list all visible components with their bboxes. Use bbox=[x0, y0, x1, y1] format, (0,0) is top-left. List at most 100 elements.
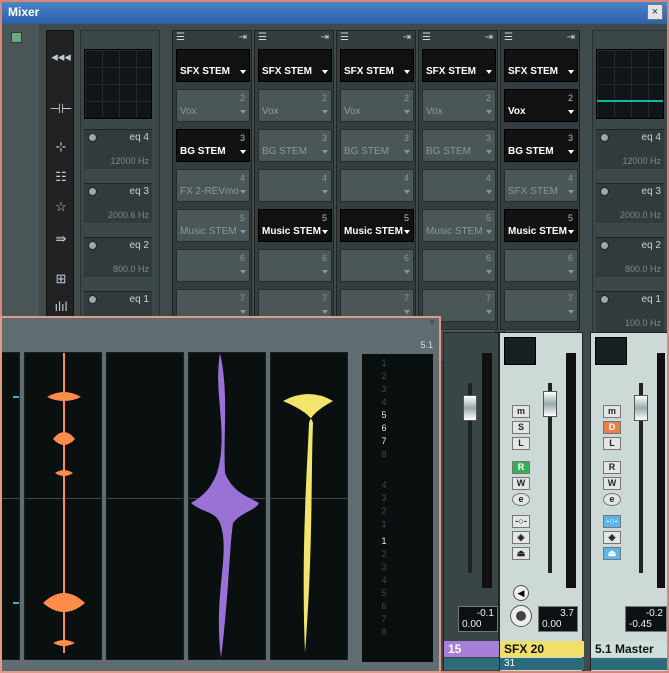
insert-slot[interactable]: 5 Music STEM bbox=[176, 209, 250, 242]
chevron-down-icon[interactable] bbox=[568, 110, 574, 114]
chevron-down-icon[interactable] bbox=[568, 270, 574, 274]
channel-name[interactable]: SFX 20 bbox=[500, 641, 584, 657]
chevron-down-icon[interactable] bbox=[240, 270, 246, 274]
channel-number[interactable]: 5 bbox=[378, 588, 390, 598]
channel-number[interactable]: 7 bbox=[378, 614, 390, 624]
list-icon[interactable]: ☰ bbox=[176, 32, 185, 43]
chevron-down-icon[interactable] bbox=[568, 190, 574, 194]
list-icon[interactable]: ☰ bbox=[258, 32, 267, 43]
insert-slot[interactable]: 2 Vox bbox=[504, 89, 578, 122]
chevron-down-icon[interactable] bbox=[404, 150, 410, 154]
channel-number[interactable]: 2 bbox=[378, 549, 390, 559]
chevron-down-icon[interactable] bbox=[322, 150, 328, 154]
insert-slot[interactable]: 2 Vox bbox=[340, 89, 414, 122]
chevron-down-icon[interactable] bbox=[404, 110, 410, 114]
chevron-down-icon[interactable] bbox=[404, 230, 410, 234]
monitor-button[interactable]: m bbox=[603, 405, 621, 418]
channel-number[interactable]: 2 bbox=[378, 506, 390, 516]
volume-fader[interactable] bbox=[543, 391, 557, 417]
chevron-down-icon[interactable] bbox=[486, 150, 492, 154]
insert-slot[interactable]: 5 Music STEM bbox=[258, 209, 332, 242]
chevron-down-icon[interactable] bbox=[568, 150, 574, 154]
eq-band-2[interactable]: eq 2 800.0 Hz bbox=[84, 237, 152, 277]
insert-slot[interactable]: 6 bbox=[258, 249, 332, 282]
output-icon[interactable]: ⏏ bbox=[512, 547, 530, 560]
channel-number[interactable]: 3 bbox=[378, 562, 390, 572]
insert-slot[interactable]: 4 bbox=[340, 169, 414, 202]
chevron-down-icon[interactable] bbox=[322, 230, 328, 234]
read-button[interactable]: R bbox=[603, 461, 621, 474]
export-icon[interactable]: ⇥ bbox=[239, 32, 247, 43]
strip-eq-thumbnail[interactable] bbox=[595, 337, 627, 365]
export-icon[interactable]: ⇥ bbox=[485, 32, 493, 43]
listen-button[interactable]: L bbox=[603, 437, 621, 450]
insert-slot[interactable]: 6 bbox=[176, 249, 250, 282]
insert-slot[interactable]: SFX STEM bbox=[504, 49, 578, 82]
insert-slot[interactable]: 4 bbox=[258, 169, 332, 202]
channel-number[interactable]: 4 bbox=[378, 397, 390, 407]
chevron-down-icon[interactable] bbox=[486, 190, 492, 194]
knob-icon[interactable] bbox=[600, 295, 609, 304]
listen-button[interactable]: L bbox=[512, 437, 530, 450]
chevron-down-icon[interactable] bbox=[486, 110, 492, 114]
insert-slot[interactable]: 4 bbox=[422, 169, 496, 202]
insert-slot[interactable]: SFX STEM bbox=[176, 49, 250, 82]
strip-eq-thumbnail[interactable] bbox=[504, 337, 536, 365]
knob-icon[interactable] bbox=[600, 241, 609, 250]
export-icon[interactable]: ⇥ bbox=[321, 32, 329, 43]
channel-number[interactable]: 3 bbox=[378, 493, 390, 503]
volume-fader[interactable] bbox=[463, 395, 477, 421]
chevron-down-icon[interactable] bbox=[240, 190, 246, 194]
export-icon[interactable]: ⇥ bbox=[567, 32, 575, 43]
insert-slot[interactable]: SFX STEM bbox=[340, 49, 414, 82]
insert-slot[interactable]: SFX STEM bbox=[258, 49, 332, 82]
chevron-down-icon[interactable] bbox=[240, 230, 246, 234]
write-button[interactable]: W bbox=[512, 477, 530, 490]
insert-slot[interactable]: 5 Music STEM bbox=[340, 209, 414, 242]
rewind-icon[interactable]: ◂◂◂ bbox=[49, 47, 73, 67]
chevron-down-icon[interactable] bbox=[240, 110, 246, 114]
insert-slot[interactable]: 2 Vox bbox=[258, 89, 332, 122]
chevron-down-icon[interactable] bbox=[322, 110, 328, 114]
channel-number[interactable]: 8 bbox=[378, 627, 390, 637]
output-icon[interactable]: ⏏ bbox=[603, 547, 621, 560]
chevron-down-icon[interactable] bbox=[240, 70, 246, 74]
chevron-down-icon[interactable] bbox=[486, 270, 492, 274]
channel-name[interactable]: 15 bbox=[444, 641, 500, 657]
chevron-down-icon[interactable] bbox=[486, 70, 492, 74]
chevron-down-icon[interactable] bbox=[404, 270, 410, 274]
chevron-down-icon[interactable] bbox=[240, 150, 246, 154]
speaker-icon[interactable]: ◀ bbox=[513, 585, 529, 601]
chevron-down-icon[interactable] bbox=[568, 230, 574, 234]
insert-slot[interactable]: 6 bbox=[504, 249, 578, 282]
close-icon[interactable]: × bbox=[427, 318, 437, 328]
knob-icon[interactable] bbox=[600, 133, 609, 142]
chevron-down-icon[interactable] bbox=[240, 310, 246, 314]
insert-slot[interactable]: 2 Vox bbox=[176, 89, 250, 122]
knob-icon[interactable] bbox=[88, 187, 97, 196]
chevron-down-icon[interactable] bbox=[568, 70, 574, 74]
star-icon[interactable]: ☆ bbox=[49, 197, 73, 217]
knob-icon[interactable] bbox=[88, 295, 97, 304]
monitor-button[interactable]: m bbox=[512, 405, 530, 418]
solo-button[interactable]: S bbox=[512, 421, 530, 434]
eq-band-3[interactable]: eq 3 2000.0 Hz bbox=[596, 183, 664, 223]
panner-icon[interactable]: ◈ bbox=[603, 531, 621, 544]
insert-slot[interactable]: SFX STEM bbox=[422, 49, 496, 82]
insert-icon[interactable]: ⊣⊢ bbox=[49, 99, 73, 119]
channel-number[interactable]: 1 bbox=[378, 358, 390, 368]
dim-button[interactable]: D bbox=[603, 421, 621, 434]
knob-icon[interactable] bbox=[88, 133, 97, 142]
record-button[interactable] bbox=[510, 605, 532, 627]
chevron-down-icon[interactable] bbox=[486, 230, 492, 234]
chevron-down-icon[interactable] bbox=[404, 310, 410, 314]
chevron-down-icon[interactable] bbox=[404, 70, 410, 74]
insert-slot[interactable]: 6 bbox=[340, 249, 414, 282]
send-icon[interactable]: ⇛ bbox=[49, 229, 73, 249]
insert-slot[interactable]: 5 Music STEM bbox=[504, 209, 578, 242]
insert-slot[interactable]: 2 Vox bbox=[422, 89, 496, 122]
channel-number[interactable]: 6 bbox=[378, 423, 390, 433]
list-icon[interactable]: ☰ bbox=[504, 32, 513, 43]
channel-number[interactable]: 6 bbox=[378, 601, 390, 611]
insert-slot[interactable]: 3 BG STEM bbox=[422, 129, 496, 162]
